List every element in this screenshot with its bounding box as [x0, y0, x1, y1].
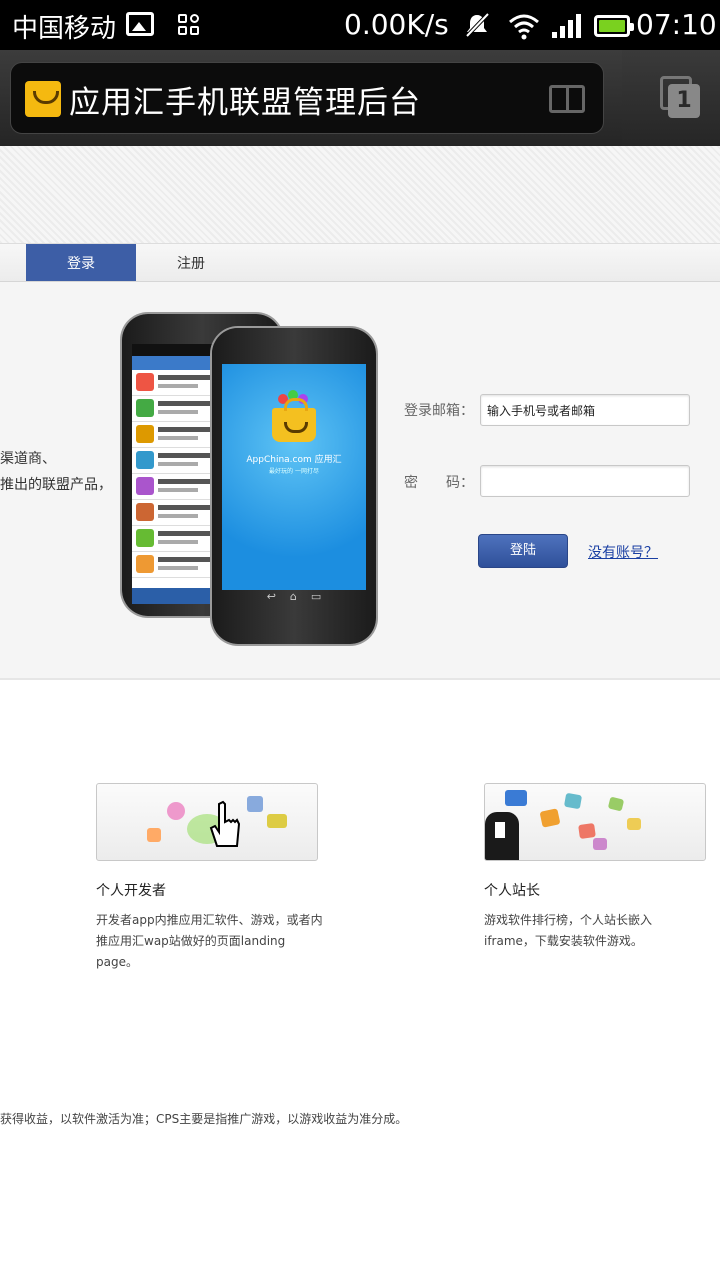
webmaster-illustration [484, 783, 706, 861]
wifi-icon [509, 14, 539, 40]
page-title: 应用汇手机联盟管理后台 [69, 85, 421, 121]
no-account-link[interactable]: 没有账号？ [588, 542, 658, 562]
hero-text-line: 推出的联盟产品， [0, 477, 112, 493]
image-icon [126, 12, 154, 36]
feature-desc-webmaster: 游戏软件排行榜，个人站长嵌入iframe，下载安装软件游戏。 [484, 913, 653, 948]
tab-count: 1 [668, 84, 700, 118]
mute-icon [465, 12, 490, 38]
footer-note: 获得收益，以软件激活为准；CPS主要是指推广游戏，以游戏收益为准分成。 [0, 1112, 408, 1126]
person-icon [485, 812, 519, 860]
appchina-splash-screen: AppChina.com 应用汇 最好玩的 一网打尽 [222, 364, 366, 590]
password-label: 密 码： [404, 475, 474, 491]
feature-title-developer: 个人开发者 [96, 883, 166, 899]
battery-icon [594, 15, 634, 37]
clock: 07:10 [636, 8, 717, 41]
carrier-name: 中国移动 [12, 14, 117, 44]
feature-desc-developer: 开发者app内推应用汇软件、游戏，或者内推应用汇wap站做好的页面landing… [96, 913, 323, 969]
hand-cursor-icon [209, 800, 241, 847]
phone-image-front: AppChina.com 应用汇 最好玩的 一网打尽 ↩ ⌂ ▭ [212, 328, 376, 644]
hero-section: 渠道商、 推出的联盟产品， AppChina.com 应用汇 最好玩的 一网打尽… [0, 282, 720, 680]
address-bar[interactable]: 应用汇手机联盟管理后台 [10, 62, 604, 134]
tab-register[interactable]: 注册 [136, 244, 246, 281]
password-field[interactable] [480, 465, 690, 497]
nav-tabs: 登录 注册 [0, 244, 720, 282]
grid-icon [178, 14, 200, 36]
header-banner [0, 146, 720, 244]
appchina-logo-icon [272, 398, 316, 442]
tab-login[interactable]: 登录 [26, 244, 136, 281]
developer-illustration [96, 783, 318, 861]
email-label: 登录邮箱： [404, 403, 474, 419]
splash-brand: AppChina.com 应用汇 [246, 455, 342, 465]
reader-mode-icon[interactable] [549, 85, 585, 113]
status-bar: 中国移动 0.00K/s 07:10 [0, 0, 720, 50]
signal-icon [552, 14, 581, 38]
tabs-button[interactable]: 1 [622, 50, 720, 146]
network-speed: 0.00K/s [344, 8, 449, 41]
splash-tagline: 最好玩的 一网打尽 [269, 468, 319, 475]
phone-nav-icons: ↩ ⌂ ▭ [266, 590, 322, 603]
login-button[interactable]: 登陆 [478, 534, 568, 568]
hero-text-line: 渠道商、 [0, 451, 56, 467]
email-field[interactable] [480, 394, 690, 426]
site-favicon-icon [25, 81, 61, 117]
browser-toolbar: 应用汇手机联盟管理后台 1 [0, 50, 720, 146]
feature-title-webmaster: 个人站长 [484, 883, 540, 899]
